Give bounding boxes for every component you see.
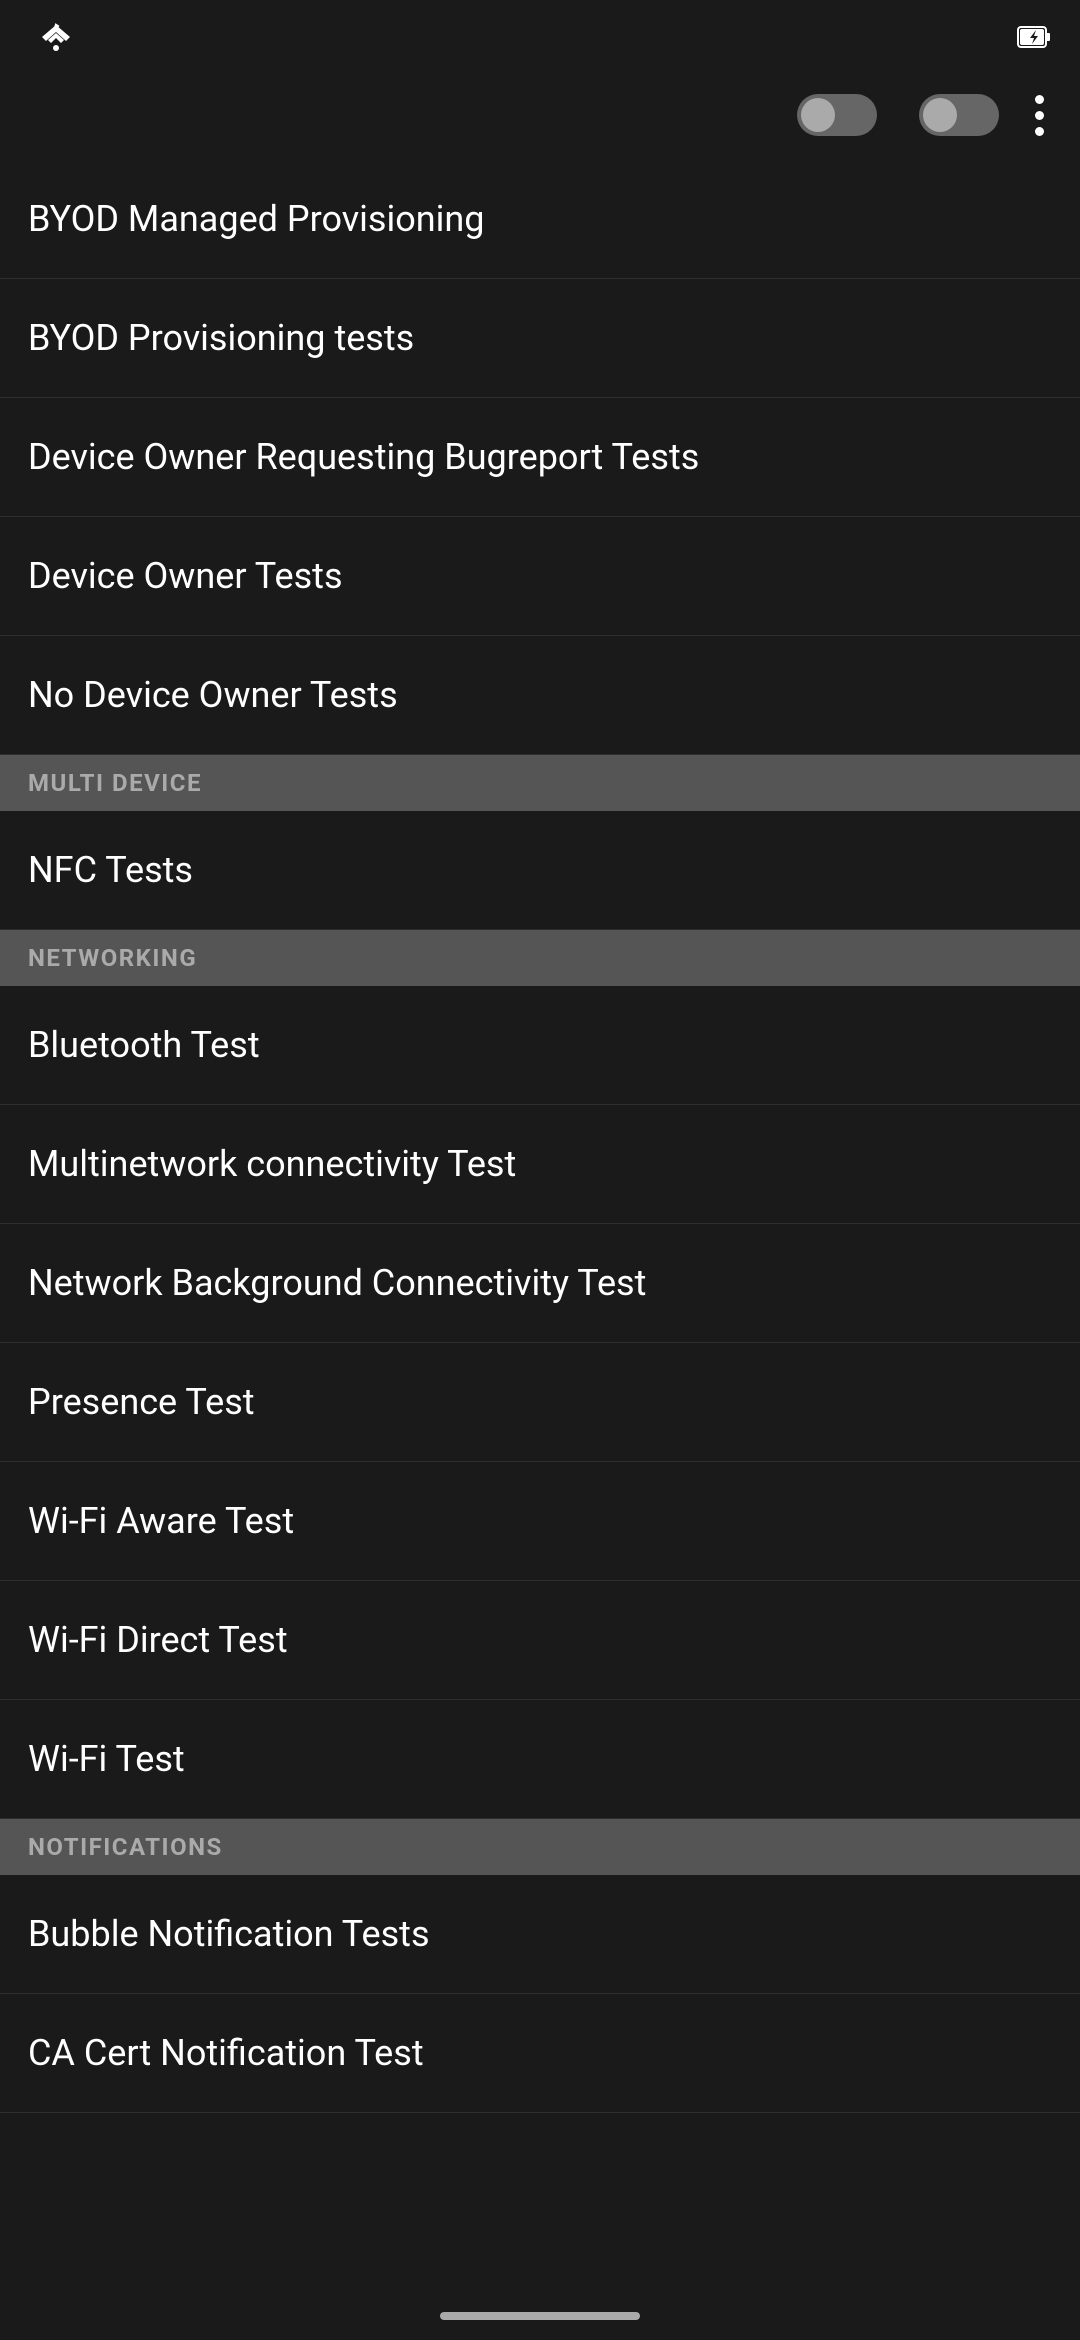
more-dot-1	[1035, 95, 1044, 104]
list-item[interactable]: Wi-Fi Test	[0, 1700, 1080, 1819]
list-item[interactable]: CA Cert Notification Test	[0, 1994, 1080, 2113]
list-item[interactable]: Device Owner Tests	[0, 517, 1080, 636]
list-item-text: BYOD Provisioning tests	[28, 317, 414, 359]
toolbar-controls	[783, 87, 1052, 144]
list-item-text: Presence Test	[28, 1381, 255, 1423]
list-item[interactable]: Multinetwork connectivity Test	[0, 1105, 1080, 1224]
list-item-text: Wi-Fi Direct Test	[28, 1619, 288, 1661]
status-bar-left	[28, 19, 74, 55]
folded-toggle-group	[783, 94, 877, 136]
list-item-text: Wi-Fi Aware Test	[28, 1500, 294, 1542]
list-item[interactable]: No Device Owner Tests	[0, 636, 1080, 755]
list-item-text: No Device Owner Tests	[28, 674, 398, 716]
system-toggle-knob	[923, 98, 957, 132]
list-item[interactable]: Presence Test	[0, 1343, 1080, 1462]
list-item-text: Device Owner Requesting Bugreport Tests	[28, 436, 699, 478]
folded-toggle-knob	[801, 98, 835, 132]
section-header-text: NETWORKING	[28, 944, 197, 972]
list-item[interactable]: Device Owner Requesting Bugreport Tests	[0, 398, 1080, 517]
list-item-text: CA Cert Notification Test	[28, 2032, 424, 2074]
home-indicator	[440, 2312, 640, 2320]
list-item-text: NFC Tests	[28, 849, 193, 891]
list-item[interactable]: Wi-Fi Aware Test	[0, 1462, 1080, 1581]
list-item-text: Device Owner Tests	[28, 555, 343, 597]
list-item[interactable]: Bubble Notification Tests	[0, 1875, 1080, 1994]
section-header-networking: NETWORKING	[0, 930, 1080, 986]
section-header-notifications: NOTIFICATIONS	[0, 1819, 1080, 1875]
battery-charging-icon	[1016, 19, 1052, 55]
section-header-multi-device: MULTI DEVICE	[0, 755, 1080, 811]
list-item[interactable]: Network Background Connectivity Test	[0, 1224, 1080, 1343]
list-item[interactable]: NFC Tests	[0, 811, 1080, 930]
folded-toggle[interactable]	[797, 94, 877, 136]
list-item-text: BYOD Managed Provisioning	[28, 198, 485, 240]
list-item[interactable]: BYOD Managed Provisioning	[0, 160, 1080, 279]
toolbar	[0, 70, 1080, 160]
wifi-icon	[38, 19, 74, 55]
section-header-text: NOTIFICATIONS	[28, 1833, 223, 1861]
more-dot-2	[1035, 111, 1044, 120]
list-item-text: Wi-Fi Test	[28, 1738, 185, 1780]
section-header-text: MULTI DEVICE	[28, 769, 202, 797]
test-list: BYOD Managed Provisioning BYOD Provisioni…	[0, 160, 1080, 2113]
list-item-text: Multinetwork connectivity Test	[28, 1143, 516, 1185]
more-dot-3	[1035, 127, 1044, 136]
system-toggle[interactable]	[919, 94, 999, 136]
status-bar	[0, 0, 1080, 70]
list-item-text: Bubble Notification Tests	[28, 1913, 430, 1955]
list-item[interactable]: Bluetooth Test	[0, 986, 1080, 1105]
list-item-text: Network Background Connectivity Test	[28, 1262, 646, 1304]
system-toggle-group	[905, 94, 999, 136]
more-menu-button[interactable]	[1027, 87, 1052, 144]
list-item[interactable]: Wi-Fi Direct Test	[0, 1581, 1080, 1700]
list-item[interactable]: BYOD Provisioning tests	[0, 279, 1080, 398]
list-item-text: Bluetooth Test	[28, 1024, 260, 1066]
status-bar-right	[1016, 19, 1052, 55]
